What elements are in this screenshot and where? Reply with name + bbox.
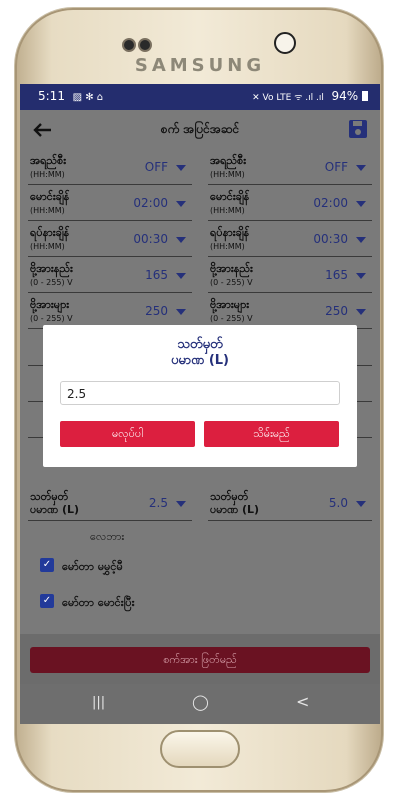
setting-sub: ပမာဏ (L) — [30, 503, 80, 516]
setting-label: ဗို့အားများ — [210, 298, 250, 311]
setting-value: 00:30 — [313, 232, 348, 246]
dropdown-caret-icon — [356, 201, 366, 207]
page-title: စက် အပြင်အဆင် — [160, 122, 240, 136]
setting-value: 165 — [325, 268, 348, 282]
checkbox-checked-icon[interactable]: ✓ — [40, 558, 54, 572]
status-right-icons: ✕ Vo LTE ᯤ .ıl .ıl — [252, 93, 324, 103]
setting-value: 2.5 — [148, 496, 168, 510]
system-nav-bar: ||| ◯ < — [20, 684, 380, 724]
dropdown-caret-icon — [176, 237, 186, 243]
setting-label: ဗို့အားနည်း — [210, 262, 253, 275]
setting-cell[interactable]: မောင်းချိန် (HH:MM) 02:00 — [200, 186, 380, 222]
sensor-dot — [138, 38, 152, 52]
setting-sub: (0 - 255) V — [30, 278, 73, 287]
setting-label: မောင်းချိန် — [210, 190, 250, 203]
setting-label: အရည်စီး — [30, 154, 67, 167]
setting-value: 250 — [145, 304, 168, 318]
setting-value: 02:00 — [133, 196, 168, 210]
setting-cell[interactable]: ဗို့အားနည်း (0 - 255) V 165 — [20, 258, 200, 294]
dialog-title-line: ပမာဏ (L) — [171, 353, 229, 368]
dialog-title-line: သတ်မှတ် — [177, 337, 223, 352]
setting-label: ဗို့အားများ — [30, 298, 70, 311]
setting-sub: (0 - 255) V — [30, 314, 73, 323]
setting-sub: (0 - 255) V — [210, 278, 253, 287]
section-label: လေဘား — [90, 530, 125, 543]
setting-sub: (HH:MM) — [30, 170, 65, 179]
set-amount-dialog: သတ်မှတ် ပမာဏ (L) 2.5 မလုပ်ပါ သိမ်းမည် — [43, 325, 357, 467]
settings-row: အရည်စီး (HH:MM) OFF အရည်စီး (HH:MM) OFF — [20, 150, 380, 186]
setting-value: OFF — [144, 160, 168, 174]
setting-sub: (HH:MM) — [30, 242, 65, 251]
home-nav-icon[interactable]: ◯ — [192, 693, 209, 711]
setting-cell[interactable]: အရည်စီး (HH:MM) OFF — [200, 150, 380, 186]
dropdown-caret-icon — [176, 201, 186, 207]
setting-cell[interactable]: ဗို့အားနည်း (0 - 255) V 165 — [200, 258, 380, 294]
dropdown-caret-icon — [356, 273, 366, 279]
dialog-title: သတ်မှတ် ပမာဏ (L) — [43, 337, 357, 369]
setting-sub: (0 - 255) V — [210, 314, 253, 323]
status-left-icons: ▨ ✻ ⌂ — [72, 92, 104, 103]
dropdown-caret-icon — [176, 165, 186, 171]
battery-level: 94% — [331, 89, 359, 103]
app-bar: စက် အပြင်အဆင် — [20, 110, 380, 150]
setting-value: 02:00 — [313, 196, 348, 210]
setting-label: ရပ်နားချိန် — [30, 226, 70, 239]
setting-sub: (HH:MM) — [210, 170, 245, 179]
setting-value: 165 — [145, 268, 168, 282]
setting-value: 250 — [325, 304, 348, 318]
setting-value: 5.0 — [328, 496, 348, 510]
dropdown-caret-icon — [176, 309, 186, 315]
setting-label: အရည်စီး — [210, 154, 247, 167]
setting-cell[interactable]: ရပ်နားချိန် (HH:MM) 00:30 — [20, 222, 200, 258]
checkbox-checked-icon[interactable]: ✓ — [40, 594, 54, 608]
dropdown-caret-icon — [356, 501, 366, 507]
checkbox-label: မော်တာ မောင်းပြီး — [62, 596, 135, 609]
settings-row: ရပ်နားချိန် (HH:MM) 00:30 ရပ်နားချိန် (H… — [20, 222, 380, 258]
save-icon[interactable] — [348, 119, 368, 139]
setting-sub: (HH:MM) — [210, 206, 245, 215]
back-nav-icon[interactable]: < — [296, 692, 309, 711]
physical-home-button[interactable] — [160, 730, 240, 768]
setting-cell[interactable]: အရည်စီး (HH:MM) OFF — [20, 150, 200, 186]
settings-row: သတ်မှတ် ပမာဏ (L) 2.5 သတ်မှတ် ပမာဏ (L) 5.… — [20, 486, 380, 522]
status-bar: 5:11 ▨ ✻ ⌂ ✕ Vo LTE ᯤ .ıl .ıl 94% — [20, 84, 380, 110]
setting-label: မောင်းချိန် — [30, 190, 70, 203]
brand-logo: SAMSUNG — [134, 55, 266, 76]
setting-cell[interactable]: ရပ်နားချိန် (HH:MM) 00:30 — [200, 222, 380, 258]
setting-value: OFF — [324, 160, 348, 174]
ok-button[interactable]: သိမ်းမည် — [204, 421, 339, 447]
checkbox-label: မော်တာ မမွှင့်မီ — [62, 560, 123, 573]
settings-row: မောင်းချိန် (HH:MM) 02:00 မောင်းချိန် (H… — [20, 186, 380, 222]
dropdown-caret-icon — [356, 237, 366, 243]
battery-icon — [362, 91, 368, 101]
amount-input[interactable]: 2.5 — [60, 381, 340, 405]
dropdown-caret-icon — [356, 309, 366, 315]
setting-value: 00:30 — [133, 232, 168, 246]
setting-sub: ပမာဏ (L) — [210, 503, 260, 516]
dropdown-caret-icon — [176, 273, 186, 279]
setting-cell[interactable]: သတ်မှတ် ပမာဏ (L) 2.5 — [20, 486, 200, 522]
checkbox-row[interactable]: ✓ မော်တာ မမွှင့်မီ — [20, 558, 380, 580]
setting-label: ဗို့အားနည်း — [30, 262, 73, 275]
status-time: 5:11 — [38, 89, 65, 103]
setting-sub: (HH:MM) — [30, 206, 65, 215]
camera-ring — [274, 32, 296, 54]
setting-cell[interactable]: သတ်မှတ် ပမာဏ (L) 5.0 — [200, 486, 380, 522]
recents-nav-icon[interactable]: ||| — [92, 695, 105, 710]
setting-sub: (HH:MM) — [210, 242, 245, 251]
checkbox-row[interactable]: ✓ မော်တာ မောင်းပြီး — [20, 594, 380, 616]
setting-cell[interactable]: မောင်းချိန် (HH:MM) 02:00 — [20, 186, 200, 222]
cancel-button[interactable]: မလုပ်ပါ — [60, 421, 195, 447]
front-camera-dot — [122, 38, 136, 52]
dropdown-caret-icon — [356, 165, 366, 171]
dropdown-caret-icon — [176, 501, 186, 507]
setting-label: ရပ်နားချိန် — [210, 226, 250, 239]
save-button[interactable]: စက်အား ဖြတ်မည် — [30, 647, 370, 673]
settings-row: ဗို့အားနည်း (0 - 255) V 165 ဗို့အားနည်း … — [20, 258, 380, 294]
